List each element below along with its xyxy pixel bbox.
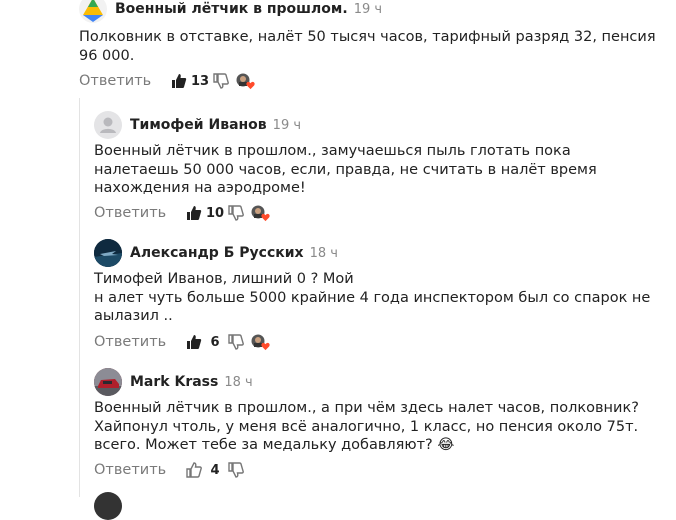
author-name[interactable]: Александр Б Русских xyxy=(130,245,304,261)
thumbs-up-filled-icon[interactable] xyxy=(186,205,202,221)
comment-time: 19 ч xyxy=(353,1,383,17)
like-count: 4 xyxy=(210,462,220,478)
thumbs-up-icon[interactable] xyxy=(186,462,202,478)
reply-button[interactable]: Ответить xyxy=(79,73,171,89)
thumbs-up-filled-icon[interactable] xyxy=(186,334,202,350)
reaction-author-avatar[interactable] xyxy=(235,72,255,90)
comment-line: налетаешь 50 000 часов, если, правда, не… xyxy=(94,161,597,178)
heart-icon xyxy=(261,213,270,222)
comment-line: аылазил .. xyxy=(94,308,173,324)
thumbs-down-icon[interactable] xyxy=(213,73,229,89)
comment-line: Тимофей Иванов, лишний 0 ? Мой xyxy=(94,271,354,287)
comment-time: 18 ч xyxy=(309,245,338,261)
heart-icon xyxy=(246,81,255,90)
like-count: 13 xyxy=(190,73,210,89)
author-name[interactable]: Тимофей Иванов xyxy=(130,117,267,133)
comment-line: 96 000. xyxy=(79,47,135,64)
default-user-avatar-icon xyxy=(100,117,116,133)
author-avatar[interactable] xyxy=(94,239,122,267)
car-photo-avatar-icon xyxy=(94,368,122,396)
thumbs-down-icon[interactable] xyxy=(228,462,244,478)
jet-photo-avatar-icon xyxy=(94,239,122,267)
author-name[interactable]: Mark Krass xyxy=(130,374,218,390)
comment-line: всего. Может тебе за медальку добавляют?… xyxy=(94,437,455,453)
comment-line: н алет чуть больше 5000 крайние 4 года и… xyxy=(94,289,651,306)
like-count: 10 xyxy=(205,205,225,221)
heart-icon xyxy=(261,342,270,351)
like-count: 6 xyxy=(210,334,220,350)
comment-time: 18 ч xyxy=(224,374,253,390)
reply-button[interactable]: Ответить xyxy=(94,205,186,221)
reply-button[interactable]: Ответить xyxy=(94,462,186,478)
reaction-author-avatar[interactable] xyxy=(250,204,270,222)
thumbs-down-icon[interactable] xyxy=(228,334,244,350)
comment-text: Полковник в отставке, налёт 50 тысяч час… xyxy=(79,28,656,65)
reaction-author-avatar[interactable] xyxy=(250,333,270,351)
author-avatar[interactable] xyxy=(79,0,107,23)
comment-line: Полковник в отставке, налёт 50 тысяч час… xyxy=(79,29,656,45)
google-logo-avatar-icon xyxy=(83,0,103,22)
thumbs-down-icon[interactable] xyxy=(228,205,244,221)
comment-text: Тимофей Иванов, лишний 0 ? Мой н алет чу… xyxy=(94,270,650,326)
comment-line: Военный лётчик в прошлом., замучаешься п… xyxy=(94,143,571,159)
comment-text: Военный лётчик в прошлом., а при чём зде… xyxy=(94,399,639,455)
reply-button[interactable]: Ответить xyxy=(94,334,186,350)
author-name[interactable]: Военный лётчик в прошлом. xyxy=(115,1,348,17)
comment-time: 19 ч xyxy=(272,117,302,133)
comment-line: нахождения на аэродроме! xyxy=(94,180,306,196)
next-comment-avatar[interactable] xyxy=(94,492,122,520)
comment-line: Хайпонул чтоль, у меня всё аналогично, 1… xyxy=(94,418,639,435)
author-avatar[interactable] xyxy=(94,111,122,139)
comment-text: Военный лётчик в прошлом., замучаешься п… xyxy=(94,142,597,198)
comment-line: Военный лётчик в прошлом., а при чём зде… xyxy=(94,400,639,416)
thumbs-up-filled-icon[interactable] xyxy=(171,73,187,89)
author-avatar[interactable] xyxy=(94,368,122,396)
reply-thread-line xyxy=(79,98,80,497)
